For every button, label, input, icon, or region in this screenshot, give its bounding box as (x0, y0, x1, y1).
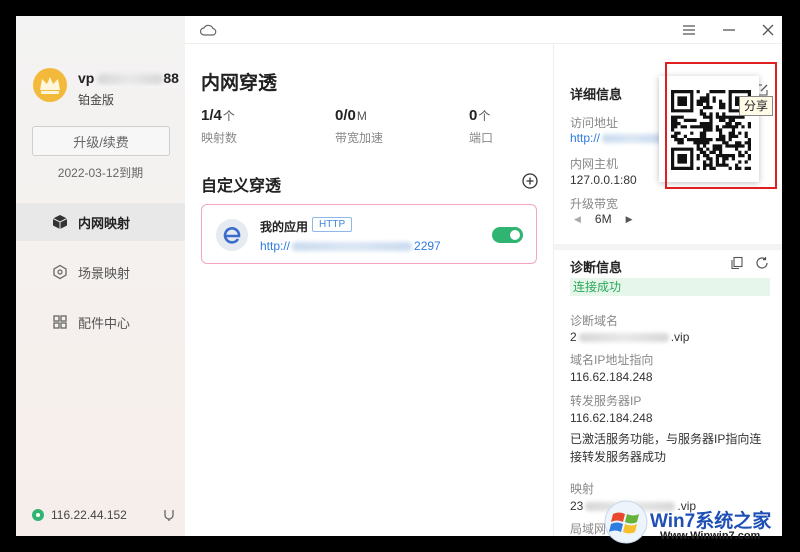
user-tier: 铂金版 (78, 93, 115, 107)
upgrade-button[interactable]: 升级/续费 (32, 126, 170, 156)
domain-end: .vip (670, 330, 690, 344)
app-name: 我的应用 (260, 220, 309, 234)
nav-item-intranet-mapping[interactable]: 内网映射 (16, 203, 185, 241)
crown-icon (33, 68, 67, 102)
stat-label: 端口 (469, 131, 494, 145)
stat-unit: 个 (222, 109, 235, 123)
diagnosis-title: 诊断信息 (570, 260, 623, 275)
watermark-title: Win7系统之家 (650, 511, 772, 532)
title-bar (185, 16, 782, 44)
stat-unit: 个 (478, 109, 491, 123)
forward-server-value: 116.62.184.248 (570, 411, 653, 425)
add-icon[interactable] (522, 173, 538, 189)
refresh-icon[interactable] (755, 256, 769, 270)
grid-icon (53, 315, 67, 329)
nav-item-accessory-center[interactable]: 配件中心 (16, 303, 185, 341)
expire-date: 2022-03-12到期 (57, 166, 144, 180)
nav-item-label: 内网映射 (78, 215, 131, 231)
menu-icon[interactable] (679, 20, 699, 40)
copy-icon[interactable] (730, 256, 744, 270)
close-icon[interactable] (758, 20, 778, 40)
stat-value: 0 (469, 107, 478, 124)
watermark: Win7系统之家 Www.Winwin7.com (600, 492, 800, 552)
intranet-host-label: 内网主机 (570, 157, 619, 171)
intranet-host-value: 127.0.0.1:80 (570, 173, 637, 187)
domain-ip-value: 116.62.184.248 (570, 370, 653, 384)
ip-address: 116.22.44.152 (51, 508, 127, 522)
domain-ip-label: 域名IP地址指向 (570, 353, 654, 367)
main-panel: 内网穿透 1/4个 映射数 0/0M 带宽加速 0个 端口 自定义穿透 我的应用… (185, 44, 553, 536)
page-title: 内网穿透 (201, 73, 278, 94)
app-enable-toggle[interactable] (492, 227, 523, 243)
access-url-redacted (602, 134, 663, 144)
username-start: vp (78, 70, 95, 86)
stat-value: 0/0 (335, 107, 356, 124)
connection-status-badge: 连接成功 (570, 278, 770, 296)
diagnosis-note: 已激活服务功能，与服务器IP指向连接转发服务器成功 (570, 432, 762, 464)
details-title: 详细信息 (570, 87, 623, 102)
nav-item-scene-mapping[interactable]: 场景映射 (16, 253, 185, 291)
section-divider (554, 244, 782, 250)
app-url-end: 2297 (414, 239, 441, 253)
cloud-icon (199, 24, 217, 36)
app-card[interactable]: 我的应用 HTTP http:// 2297 (201, 204, 537, 264)
access-address-label: 访问地址 (570, 116, 619, 130)
minimize-icon[interactable] (719, 20, 739, 40)
username-redacted (97, 74, 164, 85)
upgrade-bandwidth-label: 升级带宽 (570, 197, 619, 211)
app-url-redacted (292, 242, 413, 252)
custom-tunnel-title: 自定义穿透 (201, 178, 282, 195)
decrease-arrow-icon[interactable]: ◀ (574, 214, 581, 225)
cube-icon (52, 215, 68, 229)
sidebar: vp 88 铂金版 升级/续费 2022-03-12到期 内网映射 场景映射 配件… (16, 16, 185, 536)
bandwidth-value: 6M (594, 212, 612, 226)
highlight-box (665, 62, 777, 189)
ie-icon (216, 219, 248, 251)
windows-logo-icon (604, 500, 648, 544)
stat-ports: 0个 端口 (469, 107, 493, 146)
forward-server-label: 转发服务器IP (570, 394, 642, 408)
app-url-link[interactable]: http:// 2297 (260, 239, 441, 253)
nav-item-label: 场景映射 (78, 265, 131, 281)
protocol-badge: HTTP (312, 217, 353, 232)
username-end: 88 (163, 70, 179, 86)
username: vp 88 (78, 70, 183, 86)
stat-label: 映射数 (201, 131, 238, 145)
diagnosis-domain-label: 诊断域名 (570, 314, 619, 328)
stat-value: 1/4 (201, 107, 222, 124)
tool-icon[interactable] (162, 508, 176, 522)
access-url-start: http:// (570, 131, 601, 145)
stat-bandwidth: 0/0M 带宽加速 (335, 107, 383, 146)
hexagon-icon (53, 264, 67, 280)
diagnosis-domain-value: 2 .vip (570, 330, 689, 344)
online-status-icon (32, 509, 44, 521)
ip-status: 116.22.44.152 (32, 508, 127, 522)
watermark-url: Www.Winwin7.com (660, 530, 761, 542)
stat-unit: M (356, 109, 367, 123)
increase-arrow-icon[interactable]: ▶ (626, 214, 633, 225)
stat-label: 带宽加速 (335, 131, 384, 145)
nav-item-label: 配件中心 (78, 315, 131, 331)
domain-start: 2 (570, 330, 577, 344)
bandwidth-stepper: ◀ 6M ▶ (574, 212, 647, 226)
domain-redacted (578, 333, 669, 343)
stat-mappings: 1/4个 映射数 (201, 107, 237, 146)
mapping-start: 23 (570, 499, 584, 513)
mapping-label: 映射 (570, 482, 595, 496)
app-url-start: http:// (260, 239, 291, 253)
